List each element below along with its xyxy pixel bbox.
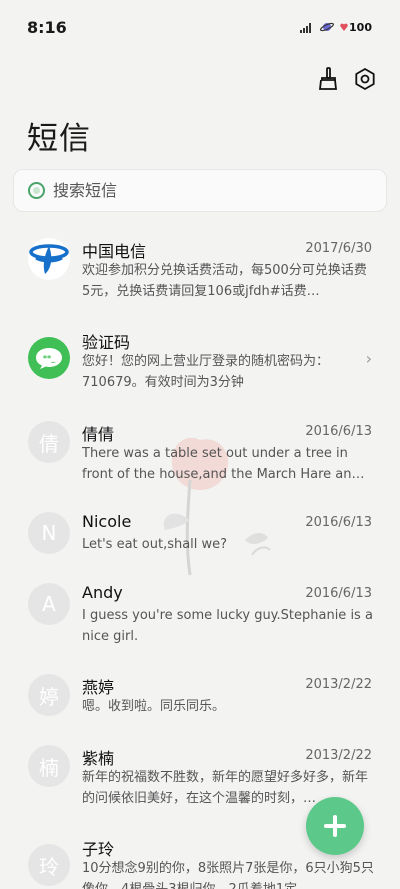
conversation-date: 2013/2/22	[305, 677, 372, 692]
page-title: 短信	[27, 121, 91, 157]
search-icon	[28, 182, 45, 199]
conversation-item[interactable]: 婷 燕婷 2013/2/22 嗯。收到啦。同乐同乐。	[0, 674, 400, 718]
contact-avatar: 楠	[28, 745, 70, 787]
battery-heart-icon	[340, 23, 348, 31]
conversation-date: 2016/6/13	[305, 424, 372, 439]
battery-indicator: 100	[340, 21, 372, 34]
plus-icon	[324, 815, 346, 837]
contact-avatar: 玲	[28, 844, 70, 886]
conversation-date: 2016/6/13	[305, 515, 372, 530]
search-input[interactable]	[53, 181, 353, 200]
conversation-name: 验证码	[82, 333, 131, 352]
telecom-avatar	[28, 238, 70, 280]
compose-button[interactable]	[306, 797, 364, 855]
conversation-name: Nicole	[82, 512, 132, 531]
broom-icon	[318, 67, 338, 90]
conversation-date: 2016/6/13	[305, 586, 372, 601]
conversation-preview: 10分想念9别的你，8张照片7张是你，6只小狗5只像你，4根骨头3根归你，2瓜着…	[82, 861, 374, 889]
svg-text:**_: **_	[43, 354, 55, 363]
conversation-item[interactable]: A Andy 2016/6/13 I guess you're some luc…	[0, 583, 400, 647]
conversation-preview: Let's eat out,shall we?	[82, 537, 228, 552]
conversation-name: 紫楠	[82, 749, 115, 768]
contact-avatar: 婷	[28, 674, 70, 716]
planet-icon	[320, 22, 335, 32]
contact-avatar: N	[28, 512, 70, 554]
status-bar: 8:16 100	[0, 0, 400, 54]
status-time: 8:16	[27, 18, 67, 37]
conversation-preview: 您好！您的网上营业厅登录的随机密码为：710679。有效时间为3分钟	[82, 354, 330, 390]
contact-avatar: A	[28, 583, 70, 625]
conversation-name: 倩倩	[82, 425, 115, 444]
status-icons: 100	[300, 20, 372, 34]
conversation-preview: 嗯。收到啦。同乐同乐。	[82, 699, 226, 714]
messages-screen: 8:16 100 短信 搜索短信 中国电信 2017/6/30 欢迎参加积分兑换…	[0, 0, 400, 889]
china-telecom-logo-icon	[29, 239, 69, 279]
gear-icon	[355, 68, 375, 90]
conversation-name: Andy	[82, 583, 123, 602]
conversation-preview: I guess you're some lucky guy.Stephanie …	[82, 608, 373, 644]
battery-level: 100	[349, 20, 372, 34]
conversation-name: 中国电信	[82, 242, 147, 261]
contact-avatar: 倩	[28, 421, 70, 463]
search-bar[interactable]	[13, 169, 387, 212]
signal-icon	[300, 23, 312, 33]
conversation-name: 子玲	[82, 840, 115, 859]
conversation-item[interactable]: 中国电信 2017/6/30 欢迎参加积分兑换话费活动，每500分可兑换话费5元…	[0, 238, 400, 302]
conversation-item[interactable]: N Nicole 2016/6/13 Let's eat out,shall w…	[0, 512, 400, 556]
conversation-item[interactable]: 倩 倩倩 2016/6/13 There was a table set out…	[0, 421, 400, 485]
conversation-preview: There was a table set out under a tree i…	[82, 446, 365, 482]
settings-button[interactable]	[350, 64, 380, 94]
conversation-date: 2017/6/30	[305, 241, 372, 256]
conversation-preview: 欢迎参加积分兑换话费活动，每500分可兑换话费5元，兑换话费请回复106或jfd…	[82, 263, 367, 299]
clean-button[interactable]	[313, 64, 343, 94]
conversation-item[interactable]: **_ 验证码 › 您好！您的网上营业厅登录的随机密码为：710679。有效时间…	[0, 329, 400, 393]
chat-bubble-code-icon: **_	[36, 348, 62, 369]
conversation-date: 2013/2/22	[305, 748, 372, 763]
verify-avatar: **_	[28, 337, 70, 379]
conversation-name: 燕婷	[82, 678, 115, 697]
